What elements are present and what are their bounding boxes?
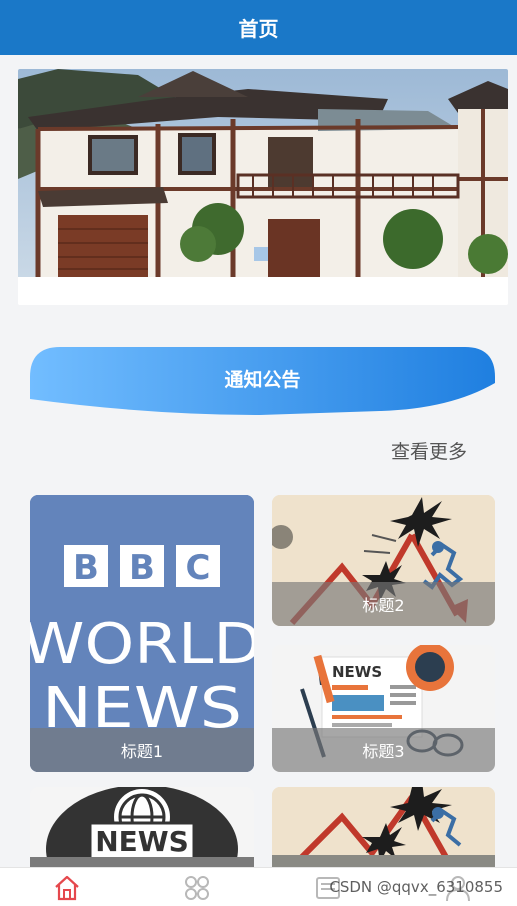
news-card-1-title: 标题1 (30, 728, 254, 772)
news-globe-image: NEWS (30, 787, 254, 867)
news-card-3[interactable]: NEWS 标题3 (272, 645, 495, 772)
svg-text:B: B (129, 548, 155, 588)
svg-text:WORLD: WORLD (30, 612, 254, 677)
news-card-1[interactable]: B B C WORLD NEWS 标题1 (30, 495, 254, 772)
notice-title: 通知公告 (224, 368, 301, 391)
watermark-text: CSDN @qqvx_6310855 (329, 878, 503, 896)
svg-text:B: B (73, 548, 99, 588)
news-card-2-title: 标题2 (272, 582, 495, 626)
banner-house-image (18, 69, 508, 305)
home-content[interactable]: 通知公告 查看更多 B B C WORLD NEWS 标题1 标题2 NEWS … (0, 55, 517, 867)
svg-text:NEWS: NEWS (332, 663, 382, 681)
tab-categories[interactable] (183, 874, 211, 902)
grid-icon (185, 876, 209, 900)
home-icon (55, 875, 79, 901)
news-card-2[interactable]: 标题2 (272, 495, 495, 626)
svg-text:C: C (186, 548, 211, 588)
news-chart-explosion-image-2 (272, 787, 495, 867)
top-app-bar: 首页 (0, 0, 517, 55)
news-card-5[interactable] (272, 787, 495, 867)
svg-text:NEWS: NEWS (95, 825, 189, 858)
news-card-3-title: 标题3 (272, 728, 495, 772)
banner-carousel[interactable] (18, 69, 508, 305)
news-card-4[interactable]: NEWS (30, 787, 254, 867)
page-title: 首页 (238, 17, 279, 41)
tab-home[interactable] (53, 874, 81, 902)
notice-banner[interactable]: 通知公告 (30, 347, 495, 417)
view-more-link[interactable]: 查看更多 (391, 437, 467, 464)
